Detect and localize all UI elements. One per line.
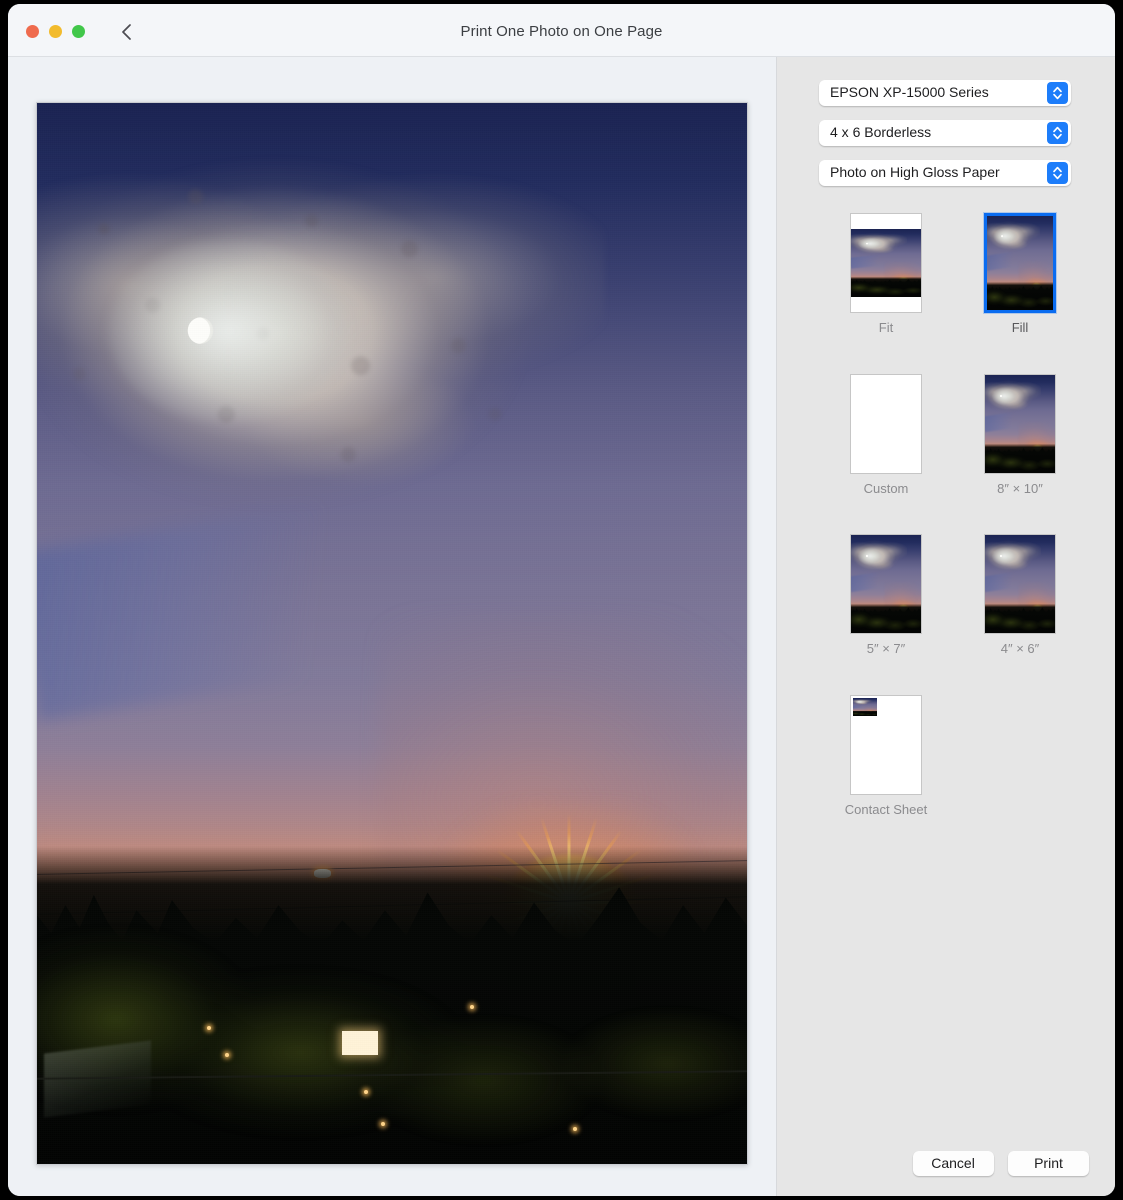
layout-label: 5″ × 7″ [866, 641, 906, 656]
print-button[interactable]: Print [1008, 1151, 1089, 1176]
cancel-button[interactable]: Cancel [912, 1151, 994, 1176]
layout-label: Fill [1011, 320, 1029, 335]
layout-label: Custom [863, 481, 909, 496]
photo-moon-glow [108, 240, 350, 422]
layout-label: Fit [878, 320, 894, 335]
chevron-updown-icon[interactable] [1047, 82, 1068, 104]
chevron-updown-icon[interactable] [1047, 122, 1068, 144]
layout-thumbnail[interactable] [850, 695, 922, 795]
preview-pane [8, 57, 776, 1196]
layout-thumbnail[interactable] [850, 534, 922, 634]
paper-size-popup-value: 4 x 6 Borderless [830, 124, 932, 140]
layout-thumbnail[interactable] [984, 534, 1056, 634]
layout-label: 8″ × 10″ [997, 481, 1043, 496]
dialog-actions: Cancel Print [903, 1151, 1089, 1176]
layout-option-fit[interactable]: Fit [826, 213, 946, 335]
layout-option-custom[interactable]: Custom [826, 374, 946, 496]
layout-thumbnail[interactable] [984, 374, 1056, 474]
layout-option-contact-sheet[interactable]: Contact Sheet [826, 695, 946, 817]
layout-label: Contact Sheet [844, 802, 928, 817]
thumb-photo [987, 216, 1053, 310]
photo-foliage [37, 909, 747, 1164]
layout-option-8x10[interactable]: 8″ × 10″ [960, 374, 1080, 496]
thumb-photo [851, 402, 921, 447]
thumb-photo [851, 535, 921, 633]
paper-size-popup-button[interactable]: 4 x 6 Borderless [819, 120, 1071, 146]
layout-option-5x7[interactable]: 5″ × 7″ [826, 534, 946, 656]
layout-label: 4″ × 6″ [1000, 641, 1040, 656]
thumb-photo [851, 229, 921, 297]
printer-popup-value: EPSON XP-15000 Series [830, 84, 989, 100]
page-title: Print One Photo on One Page [460, 23, 663, 40]
layout-option-4x6[interactable]: 4″ × 6″ [960, 534, 1080, 656]
photo-preview[interactable] [36, 102, 748, 1165]
paper-type-popup-value: Photo on High Gloss Paper [830, 164, 1000, 180]
print-dialog-window: Print One Photo on One Page EPSON XP-150… [8, 4, 1115, 1196]
chevron-updown-icon[interactable] [1047, 162, 1068, 184]
layout-thumbnail[interactable] [850, 374, 922, 474]
thumb-photo [853, 698, 877, 716]
layout-option-fill[interactable]: Fill [960, 213, 1080, 335]
layout-thumbnail[interactable] [850, 213, 922, 313]
thumb-photo [985, 535, 1055, 633]
settings-sidebar: EPSON XP-15000 Series 4 x 6 Borderless P… [776, 57, 1115, 1196]
thumb-photo [985, 375, 1055, 473]
photo-building-light [342, 1031, 378, 1055]
layout-thumbnail[interactable] [984, 213, 1056, 313]
titlebar: Print One Photo on One Page [8, 4, 1115, 57]
printer-popup-button[interactable]: EPSON XP-15000 Series [819, 80, 1071, 106]
paper-type-popup-button[interactable]: Photo on High Gloss Paper [819, 160, 1071, 186]
